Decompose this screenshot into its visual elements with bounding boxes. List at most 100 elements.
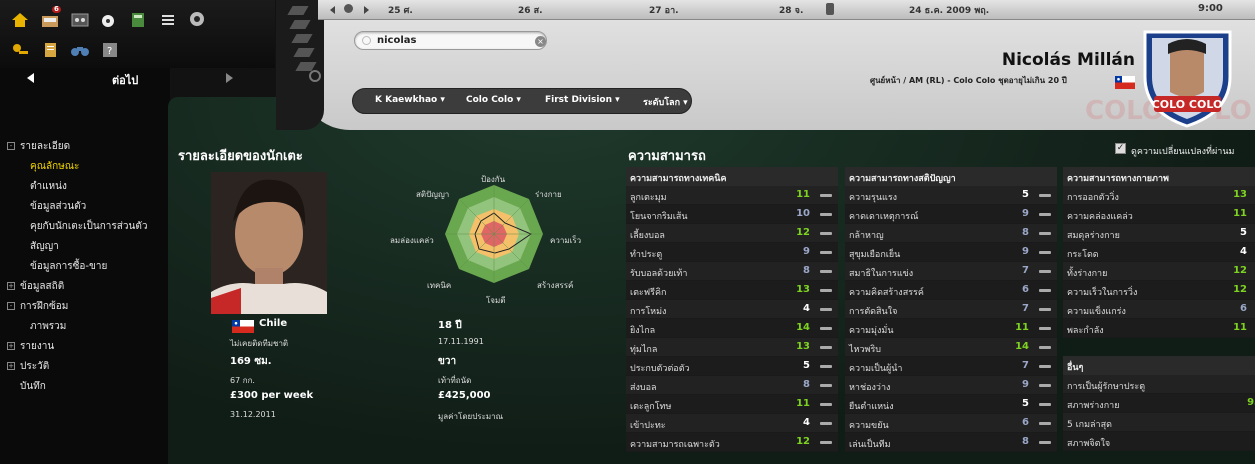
show-changes-checkbox[interactable]: ✓ xyxy=(1115,143,1126,154)
technical-attr-row[interactable]: ลูกเตะมุม 11 xyxy=(626,186,838,205)
filter-manager[interactable]: K Kaewkhao ▾ xyxy=(375,95,445,105)
technical-attr-row[interactable]: การโหม่ง 4 xyxy=(626,300,838,319)
binoculars-icon[interactable] xyxy=(70,40,90,60)
tree-item-training[interactable]: การฝึกซ้อม xyxy=(20,299,68,314)
mental-attr-row[interactable]: การตัดสินใจ 7 xyxy=(845,300,1057,319)
back-arrow-icon[interactable] xyxy=(27,73,34,83)
mental-attr-row[interactable]: ไหวพริบ 14 xyxy=(845,338,1057,357)
attr-name: สุขุมเยือกเย็น xyxy=(849,250,901,260)
mental-attr-row[interactable]: ความขยัน 6 xyxy=(845,414,1057,433)
expand-box-icon[interactable]: + xyxy=(7,362,15,370)
mental-attr-row[interactable]: สุขุมเยือกเย็น 9 xyxy=(845,243,1057,262)
calculator-icon[interactable] xyxy=(128,10,148,30)
attribute-radar xyxy=(443,183,545,289)
radar-creativity: สร้างสรรค์ xyxy=(537,281,574,290)
technical-attr-row[interactable]: โยนจากริมเส้น 10 xyxy=(626,205,838,224)
other-attr-row[interactable]: สภาพร่างกาย 95% xyxy=(1063,394,1255,413)
tree-item-stats[interactable]: ข้อมูลสถิติ xyxy=(20,279,64,294)
attr-name: คาดเดาเหตุการณ์ xyxy=(849,212,919,222)
date-1[interactable]: 25 ศ. xyxy=(388,3,413,17)
tree-item-details[interactable]: รายละเอียด xyxy=(20,139,70,154)
forward-arrow-icon[interactable] xyxy=(226,73,233,83)
physical-attr-row[interactable]: ความแข็งแกร่ง 6 xyxy=(1063,300,1255,319)
scout-icon[interactable] xyxy=(10,40,30,60)
tree-item-notes[interactable]: บันทึก xyxy=(20,379,46,394)
mental-attr-row[interactable]: สมาธิในการแข่ง 7 xyxy=(845,262,1057,281)
physical-attr-row[interactable]: สมดุลร่างกาย 5 xyxy=(1063,224,1255,243)
technical-attr-row[interactable]: ประกบตัวต่อตัว 5 xyxy=(626,357,838,376)
attr-name: พละกำลัง xyxy=(1067,326,1104,336)
search-input[interactable]: nicolas × xyxy=(354,31,547,50)
other-attr-row[interactable]: สภาพจิตใจ xyxy=(1063,432,1255,451)
technical-header: ความสามารถทางเทคนิค xyxy=(626,167,838,186)
inbox-icon[interactable]: 6 xyxy=(40,6,61,30)
home-icon[interactable] xyxy=(10,10,30,30)
date-2[interactable]: 26 ส. xyxy=(518,3,543,17)
next-day-icon[interactable] xyxy=(364,6,369,14)
date-4[interactable]: 28 จ. xyxy=(779,3,803,17)
other-attr-row[interactable]: การเป็นผู้รักษาประตู xyxy=(1063,375,1255,394)
physical-attr-row[interactable]: ความเร็วในการวิ่ง 12 xyxy=(1063,281,1255,300)
svg-text:?: ? xyxy=(107,46,112,57)
technical-attr-row[interactable]: ยิงไกล 14 xyxy=(626,319,838,338)
settings-icon[interactable] xyxy=(187,9,207,29)
attr-value: 12 xyxy=(796,436,810,447)
mental-attr-row[interactable]: ยืนตำแหน่ง 5 xyxy=(845,395,1057,414)
attr-value: 4 xyxy=(1240,246,1247,257)
match-icon[interactable] xyxy=(98,10,118,30)
technical-attr-row[interactable]: ทุ่มไกล 13 xyxy=(626,338,838,357)
filter-club[interactable]: Colo Colo ▾ xyxy=(466,95,521,105)
collapse-box-icon[interactable]: - xyxy=(7,142,15,150)
mental-attr-row[interactable]: ความมุ่งมั่น 11 xyxy=(845,319,1057,338)
tree-item-talk[interactable]: คุยกับนักเตะเป็นการส่วนตัว xyxy=(30,219,147,234)
tree-item-history[interactable]: ประวัติ xyxy=(20,359,49,374)
date-3[interactable]: 27 อา. xyxy=(649,3,679,17)
next-label[interactable]: ต่อไป xyxy=(112,71,138,89)
mental-attr-row[interactable]: ความเป็นผู้นำ 7 xyxy=(845,357,1057,376)
tree-item-reports[interactable]: รายงาน xyxy=(20,339,54,354)
technical-attr-row[interactable]: ความสามารถเฉพาะตัว 12 xyxy=(626,433,838,452)
attr-name: ทั้งร่างกาย xyxy=(1067,269,1108,279)
tree-item-position[interactable]: ตำแหน่ง xyxy=(30,179,67,194)
round-button-icon[interactable] xyxy=(309,70,321,82)
tree-item-contract[interactable]: สัญญา xyxy=(30,239,59,254)
technical-attr-row[interactable]: ส่งบอล 8 xyxy=(626,376,838,395)
collapse-box-icon[interactable]: - xyxy=(7,302,15,310)
physical-attr-row[interactable]: กระโดด 4 xyxy=(1063,243,1255,262)
trend-dash-icon xyxy=(1039,251,1051,254)
mental-attr-row[interactable]: เล่นเป็นทีม 8 xyxy=(845,433,1057,452)
filter-division[interactable]: First Division ▾ xyxy=(545,95,620,105)
mental-attr-row[interactable]: หาช่องว่าง 9 xyxy=(845,376,1057,395)
squad-icon[interactable] xyxy=(70,10,90,30)
mental-attr-row[interactable]: ความรุนแรง 5 xyxy=(845,186,1057,205)
physical-attr-row[interactable]: ทั้งร่างกาย 12 xyxy=(1063,262,1255,281)
physical-attr-row[interactable]: การออกตัววิ่ง 13 xyxy=(1063,186,1255,205)
technical-attr-row[interactable]: เตะลูกโทษ 11 xyxy=(626,395,838,414)
technical-attr-row[interactable]: รับบอลด้วยเท้า 8 xyxy=(626,262,838,281)
expand-box-icon[interactable]: + xyxy=(7,342,15,350)
technical-attr-row[interactable]: ทำประตู 9 xyxy=(626,243,838,262)
tree-item-profile[interactable]: คุณลักษณะ xyxy=(30,159,79,174)
inbox-badge: 6 xyxy=(52,5,61,13)
technical-attr-row[interactable]: เข้าปะทะ 4 xyxy=(626,414,838,433)
mental-attr-row[interactable]: คาดเดาเหตุการณ์ 9 xyxy=(845,205,1057,224)
tree-item-personal[interactable]: ข้อมูลส่วนตัว xyxy=(30,199,86,214)
clear-icon[interactable]: × xyxy=(535,36,546,47)
notes-icon[interactable] xyxy=(40,40,60,60)
filter-level[interactable]: ระดับโลก ▾ xyxy=(643,95,688,109)
technical-attr-row[interactable]: เตะฟรีคิก 13 xyxy=(626,281,838,300)
technical-attr-row[interactable]: เลี้ยงบอล 12 xyxy=(626,224,838,243)
physical-attr-row[interactable]: ความคล่องแคล่ว 11 xyxy=(1063,205,1255,224)
tree-item-transfer[interactable]: ข้อมูลการซื้อ-ขาย xyxy=(30,259,107,274)
expand-box-icon[interactable]: + xyxy=(7,282,15,290)
tree-item-overview[interactable]: ภาพรวม xyxy=(30,319,66,334)
prev-day-icon[interactable] xyxy=(330,6,335,14)
radar-speed: ความเร็ว xyxy=(550,236,582,245)
list-icon[interactable] xyxy=(158,10,178,30)
mental-attr-row[interactable]: กล้าหาญ 8 xyxy=(845,224,1057,243)
continue-icon[interactable] xyxy=(344,4,353,13)
other-attr-row[interactable]: 5 เกมล่าสุด xyxy=(1063,413,1255,432)
help-icon[interactable]: ? xyxy=(100,40,120,60)
physical-attr-row[interactable]: พละกำลัง 11 xyxy=(1063,319,1255,338)
mental-attr-row[interactable]: ความคิดสร้างสรรค์ 6 xyxy=(845,281,1057,300)
